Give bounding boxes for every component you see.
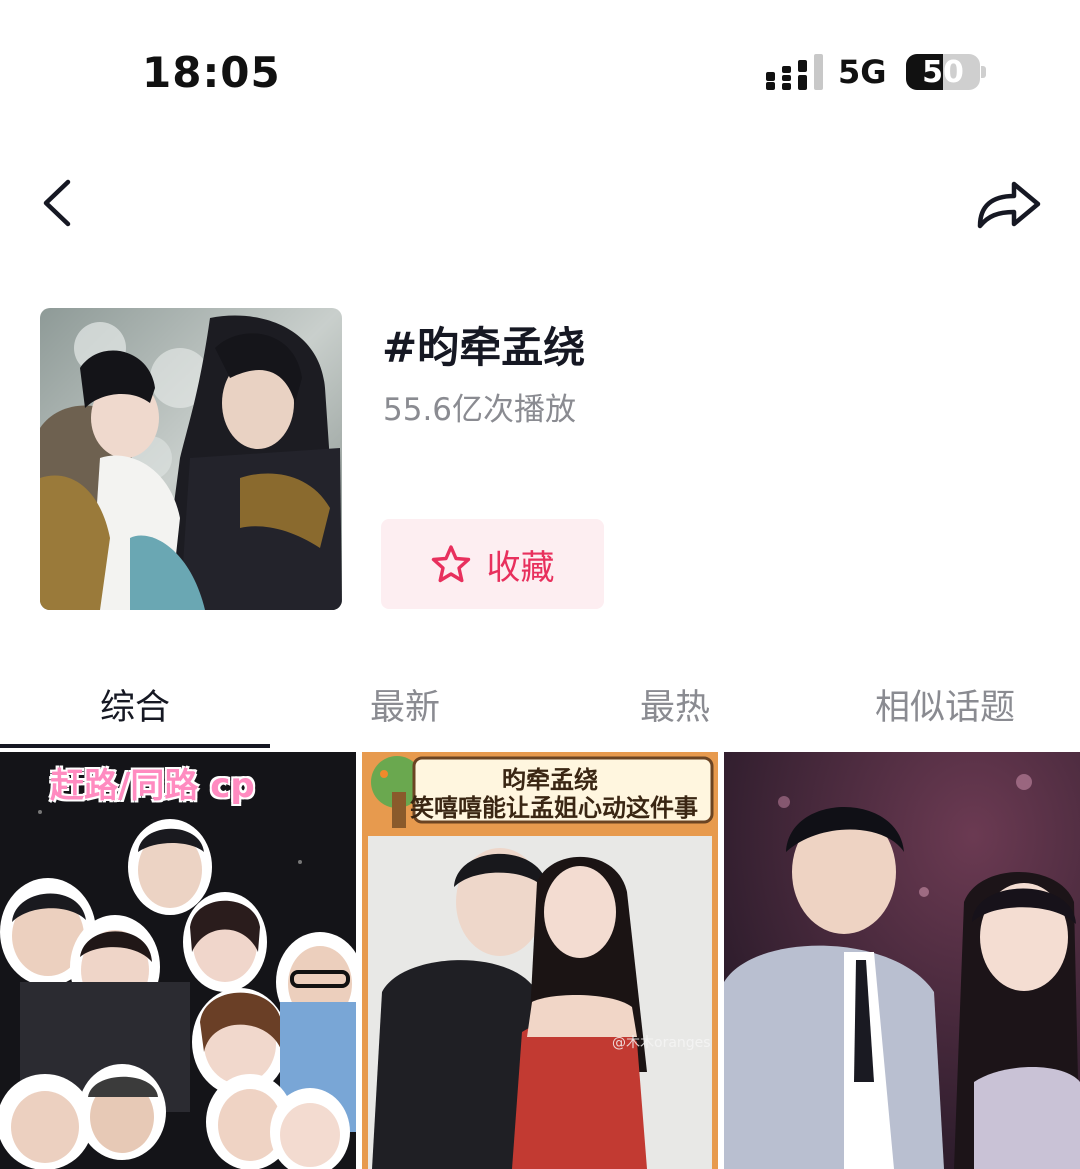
- battery-percent: 50: [922, 54, 964, 90]
- network-type: 5G: [838, 53, 887, 91]
- tab-latest[interactable]: 最新: [270, 676, 540, 732]
- video-thumbnail-2[interactable]: 昀牵孟绕 笑嘻嘻能让孟姐心动这件事 @木木oranges: [362, 752, 718, 1169]
- share-arrow-icon[interactable]: [972, 170, 1046, 236]
- tab-active-indicator: [0, 744, 270, 748]
- video-1-caption: 赶路/同路 cp: [50, 766, 255, 806]
- favorite-button[interactable]: 收藏: [381, 519, 604, 609]
- chevron-left-icon[interactable]: [30, 172, 90, 232]
- video-thumbnail-1[interactable]: 赶路/同路 cp: [0, 752, 356, 1169]
- battery-icon: 50: [906, 54, 980, 90]
- favorite-label: 收藏: [486, 547, 555, 588]
- tab-hottest[interactable]: 最热: [540, 676, 810, 732]
- battery-cap: [981, 66, 986, 78]
- topic-cover-image: [40, 308, 342, 610]
- video-thumbnail-3[interactable]: [724, 752, 1080, 1169]
- topic-title: #昀牵孟绕: [382, 323, 586, 372]
- video-2-watermark: @木木oranges: [612, 1035, 711, 1051]
- play-count: 55.6亿次播放: [383, 392, 577, 428]
- star-outline-icon: [431, 545, 470, 583]
- cellular-signal-icon: [766, 54, 823, 90]
- tab-comprehensive[interactable]: 综合: [0, 676, 270, 732]
- video-2-caption-line2: 笑嘻嘻能让孟姐心动这件事: [410, 794, 698, 822]
- status-time: 18:05: [142, 48, 281, 97]
- tab-similar-topics[interactable]: 相似话题: [810, 676, 1080, 732]
